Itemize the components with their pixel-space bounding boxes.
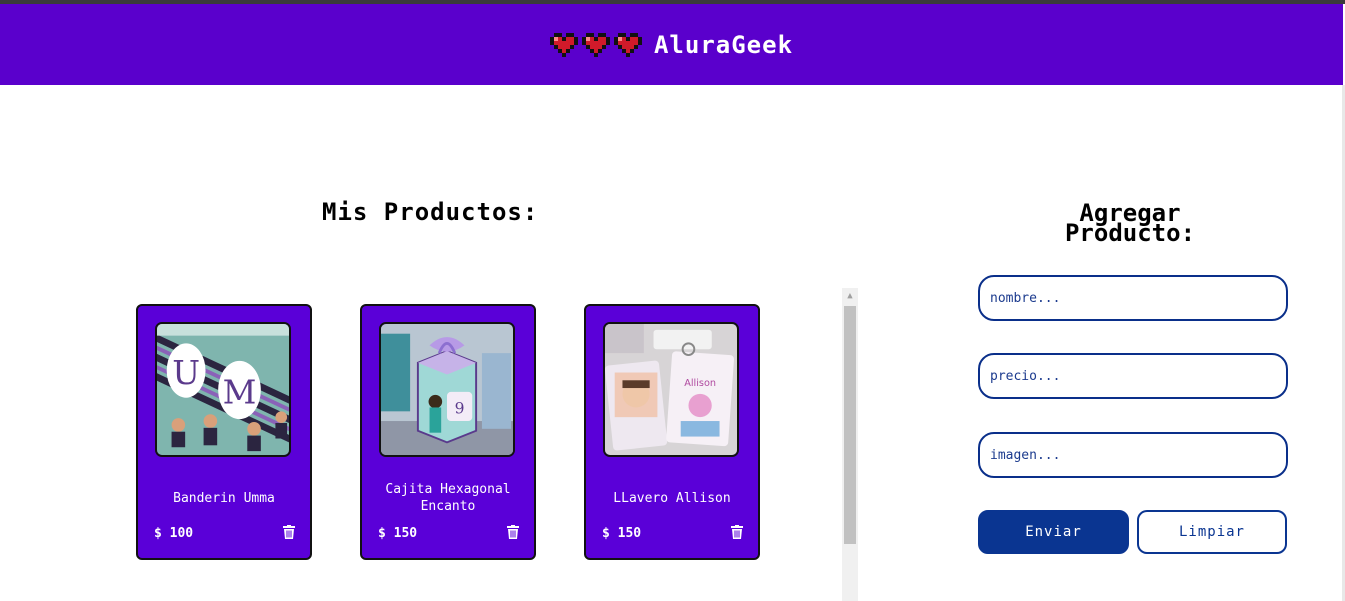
price-input[interactable] xyxy=(978,353,1288,399)
products-title: Mis Productos: xyxy=(322,198,539,226)
send-button[interactable]: Enviar xyxy=(978,510,1129,554)
hearts-group xyxy=(549,32,642,57)
product-card: U M Banderin Umma $ 100 xyxy=(136,304,312,560)
svg-text:9: 9 xyxy=(455,399,465,417)
product-image: Allison xyxy=(603,322,739,457)
clear-button[interactable]: Limpiar xyxy=(1137,510,1287,554)
product-name: LLavero Allison xyxy=(613,490,731,506)
trash-icon[interactable] xyxy=(731,524,743,543)
name-input[interactable] xyxy=(978,275,1288,321)
product-price: $ 150 xyxy=(602,526,642,541)
products-scrollbar[interactable]: ▲ xyxy=(842,288,858,601)
form-title: Agregar Producto: xyxy=(1064,199,1196,247)
svg-text:U: U xyxy=(172,353,200,392)
product-price: $ 100 xyxy=(154,526,194,541)
product-name: Cajita Hexagonal Encanto xyxy=(385,482,511,514)
product-image: 9 xyxy=(379,322,515,457)
heart-icon xyxy=(613,32,642,57)
site-header: AluraGeek xyxy=(0,4,1343,85)
brand-logo[interactable]: AluraGeek xyxy=(549,30,794,59)
product-name: Banderin Umma xyxy=(173,490,275,506)
trash-icon[interactable] xyxy=(507,524,519,543)
brand-name: AluraGeek xyxy=(653,30,794,59)
product-price: $ 150 xyxy=(378,526,418,541)
image-input[interactable] xyxy=(978,432,1288,478)
scroll-thumb[interactable] xyxy=(844,306,856,544)
product-card: 9 Cajita Hexagonal Encanto $ 150 xyxy=(360,304,536,560)
product-card: Allison LLavero Allison $ 150 xyxy=(584,304,760,560)
scroll-up-arrow-icon[interactable]: ▲ xyxy=(842,288,858,304)
trash-icon[interactable] xyxy=(283,524,295,543)
svg-text:Allison: Allison xyxy=(684,378,716,389)
heart-icon xyxy=(581,32,610,57)
product-image: U M xyxy=(155,322,291,457)
svg-text:M: M xyxy=(223,373,257,412)
heart-icon xyxy=(549,32,578,57)
